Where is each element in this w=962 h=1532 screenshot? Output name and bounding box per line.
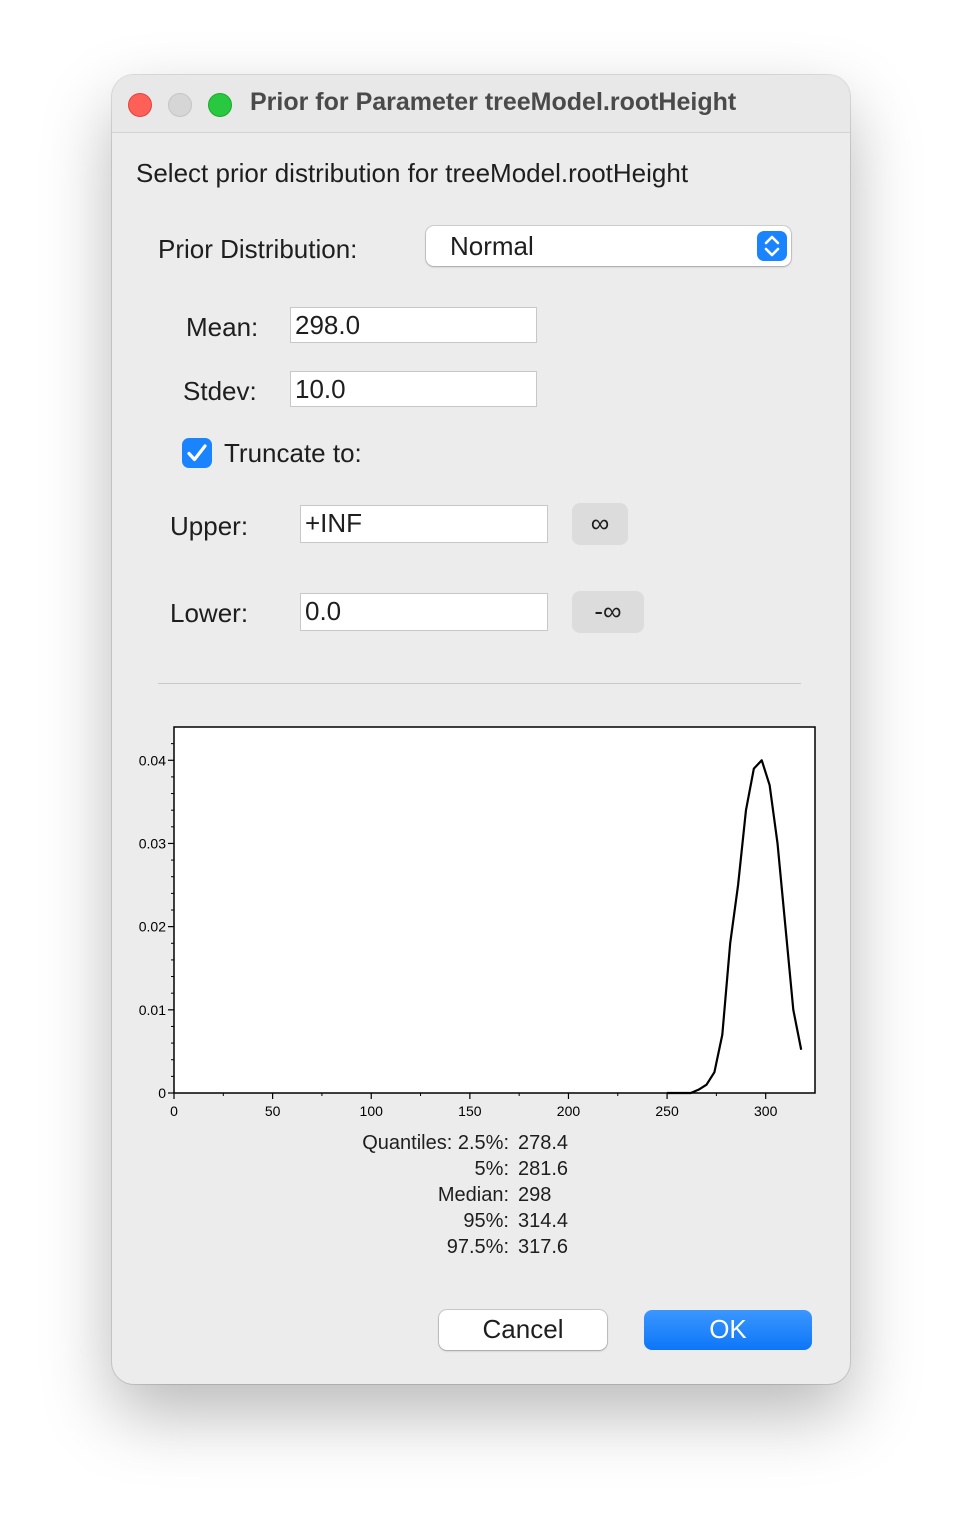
y-tick-label: 0.04: [139, 752, 166, 768]
cancel-button[interactable]: Cancel: [439, 1310, 607, 1350]
x-tick-label: 0: [170, 1103, 178, 1119]
prior-distribution-value: Normal: [450, 231, 534, 261]
x-tick-label: 250: [655, 1103, 679, 1119]
checkmark-icon: [187, 444, 207, 462]
y-tick-label: 0.03: [139, 835, 166, 851]
stdev-field[interactable]: 10.0: [290, 371, 537, 407]
quantile-value-2.5: 278.4: [518, 1132, 569, 1154]
x-tick-label: 50: [265, 1103, 281, 1119]
x-axis: 0 50 100 150 200 250 300: [170, 1093, 778, 1119]
x-tick-label: 200: [557, 1103, 581, 1119]
x-tick-label: 150: [458, 1103, 482, 1119]
prior-density-chart: 0 0.01 0.02 0.03 0.04 0 50 100 150 200 250 300: [139, 726, 816, 1119]
upper-field[interactable]: +INF: [300, 505, 548, 543]
y-tick-label: 0: [158, 1085, 166, 1101]
x-tick-label: 300: [754, 1103, 778, 1119]
quantile-label-5: 5%:: [474, 1158, 509, 1180]
minimize-window-button[interactable]: [168, 93, 192, 117]
lower-neg-infinity-button[interactable]: -∞: [572, 591, 644, 633]
quantile-label-97.5: 97.5%:: [446, 1236, 509, 1258]
separator: [158, 683, 801, 684]
zoom-window-button[interactable]: [208, 93, 232, 117]
prior-distribution-select[interactable]: Normal: [426, 226, 791, 266]
prior-dialog-window: Prior for Parameter treeModel.rootHeight…: [112, 75, 850, 1384]
truncate-label: Truncate to:: [224, 438, 362, 468]
y-axis: 0 0.01 0.02 0.03 0.04: [139, 743, 174, 1101]
window-title: Prior for Parameter treeModel.rootHeight: [250, 88, 737, 116]
mean-field[interactable]: 298.0: [290, 307, 537, 343]
close-window-button[interactable]: [128, 93, 152, 117]
quantile-label-95: 95%:: [463, 1210, 509, 1232]
mean-label: Mean:: [186, 312, 259, 342]
stdev-label: Stdev:: [183, 376, 257, 406]
plot-area: [173, 726, 816, 1094]
quantile-label-median: Median:: [437, 1184, 509, 1206]
quantile-value-97.5: 317.6: [518, 1236, 569, 1258]
quantile-value-5: 281.6: [518, 1158, 569, 1180]
quantile-label-2.5: Quantiles: 2.5%:: [362, 1132, 509, 1154]
title-bar: Prior for Parameter treeModel.rootHeight: [112, 75, 850, 133]
prior-distribution-label: Prior Distribution:: [158, 234, 358, 264]
up-down-chevron-icon: [757, 231, 787, 261]
upper-infinity-button[interactable]: ∞: [572, 503, 628, 545]
upper-label: Upper:: [170, 511, 249, 541]
x-tick-label: 100: [360, 1103, 384, 1119]
dialog-heading: Select prior distribution for treeModel.…: [136, 158, 689, 188]
y-tick-label: 0.01: [139, 1002, 166, 1018]
lower-label: Lower:: [170, 598, 249, 628]
y-tick-label: 0.02: [139, 919, 166, 935]
truncate-checkbox[interactable]: [182, 438, 212, 468]
lower-field[interactable]: 0.0: [300, 593, 548, 631]
quantile-value-median: 298: [518, 1184, 552, 1206]
ok-button[interactable]: OK: [644, 1310, 812, 1350]
quantile-value-95: 314.4: [518, 1210, 569, 1232]
